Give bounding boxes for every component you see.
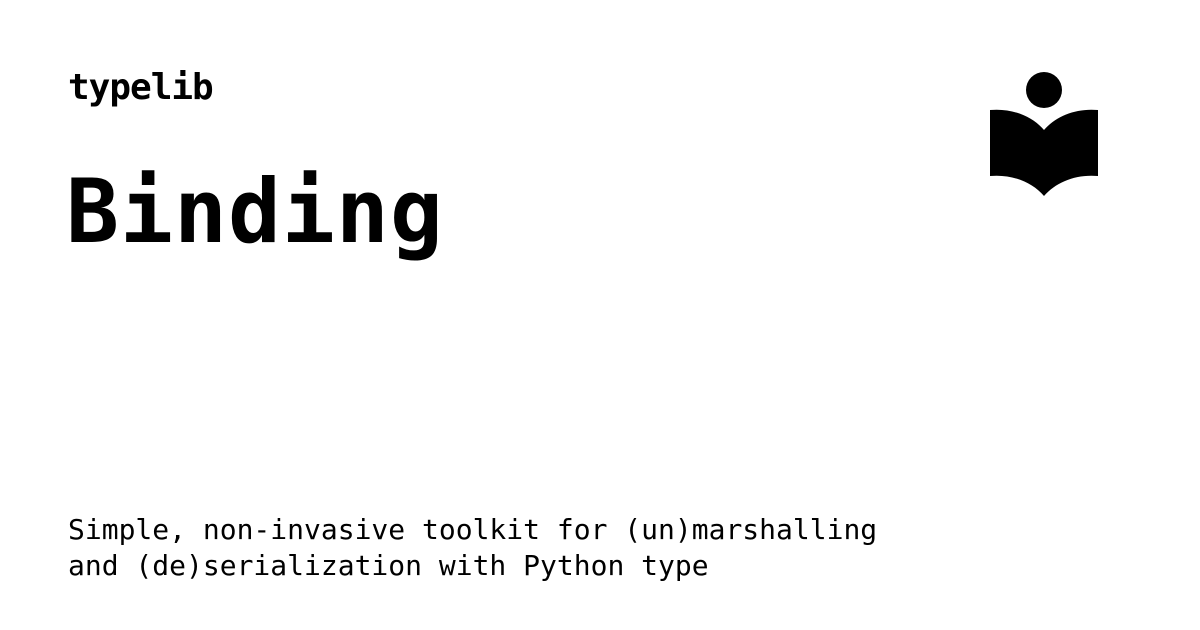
site-name: typelib xyxy=(68,67,214,108)
description: Simple, non-invasive toolkit for (un)mar… xyxy=(68,513,878,582)
page-title: Binding xyxy=(66,160,444,263)
reader-book-icon xyxy=(990,72,1098,196)
